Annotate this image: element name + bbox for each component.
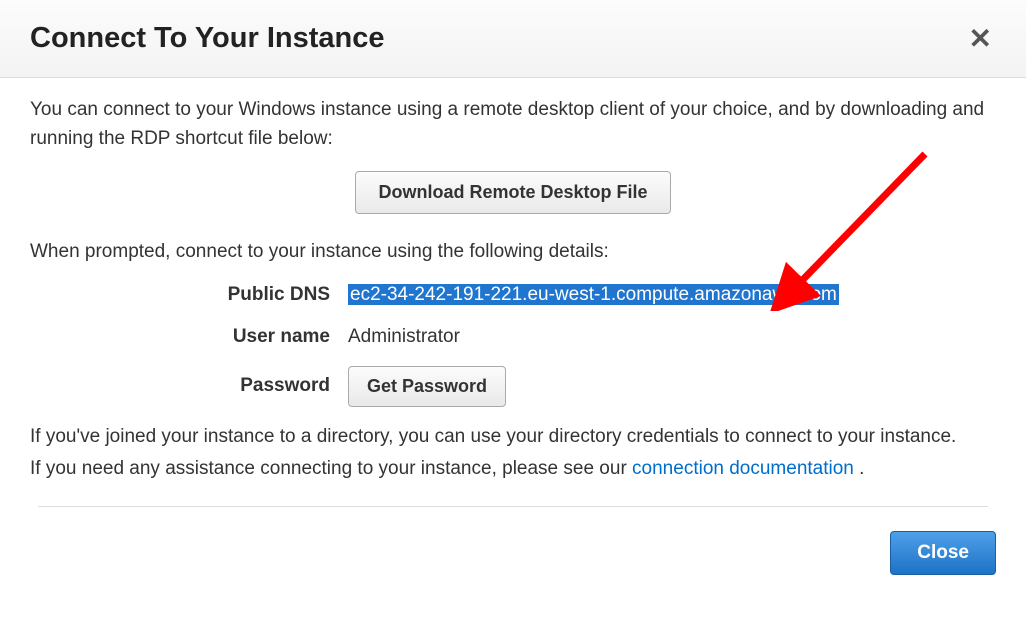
public-dns-label: Public DNS bbox=[30, 281, 330, 310]
dialog-header: Connect To Your Instance ✕ bbox=[0, 0, 1026, 78]
close-button[interactable]: Close bbox=[890, 531, 996, 575]
public-dns-value-cell: ec2-34-242-191-221.eu-west-1.compute.ama… bbox=[348, 281, 996, 310]
dialog-body: You can connect to your Windows instance… bbox=[0, 78, 1026, 507]
assistance-note: If you need any assistance connecting to… bbox=[30, 455, 996, 484]
button-row: Close bbox=[0, 531, 1026, 593]
details-grid: Public DNS ec2-34-242-191-221.eu-west-1.… bbox=[30, 281, 996, 407]
assistance-suffix: . bbox=[854, 458, 865, 479]
public-dns-value[interactable]: ec2-34-242-191-221.eu-west-1.compute.ama… bbox=[348, 284, 839, 305]
download-row: Download Remote Desktop File bbox=[30, 171, 996, 214]
get-password-button[interactable]: Get Password bbox=[348, 366, 506, 407]
intro-text: You can connect to your Windows instance… bbox=[30, 96, 996, 153]
divider bbox=[38, 506, 988, 507]
connection-documentation-link[interactable]: connection documentation bbox=[632, 458, 854, 479]
user-name-label: User name bbox=[30, 323, 330, 352]
dialog-title: Connect To Your Instance bbox=[30, 22, 385, 55]
close-icon[interactable]: ✕ bbox=[965, 25, 996, 53]
prompt-text: When prompted, connect to your instance … bbox=[30, 238, 996, 267]
user-name-value: Administrator bbox=[348, 323, 996, 352]
password-label: Password bbox=[30, 372, 330, 401]
password-value-cell: Get Password bbox=[348, 366, 996, 407]
directory-note: If you've joined your instance to a dire… bbox=[30, 423, 996, 452]
assistance-prefix: If you need any assistance connecting to… bbox=[30, 458, 632, 479]
connect-instance-dialog: Connect To Your Instance ✕ You can conne… bbox=[0, 0, 1026, 593]
download-rdp-button[interactable]: Download Remote Desktop File bbox=[355, 171, 670, 214]
